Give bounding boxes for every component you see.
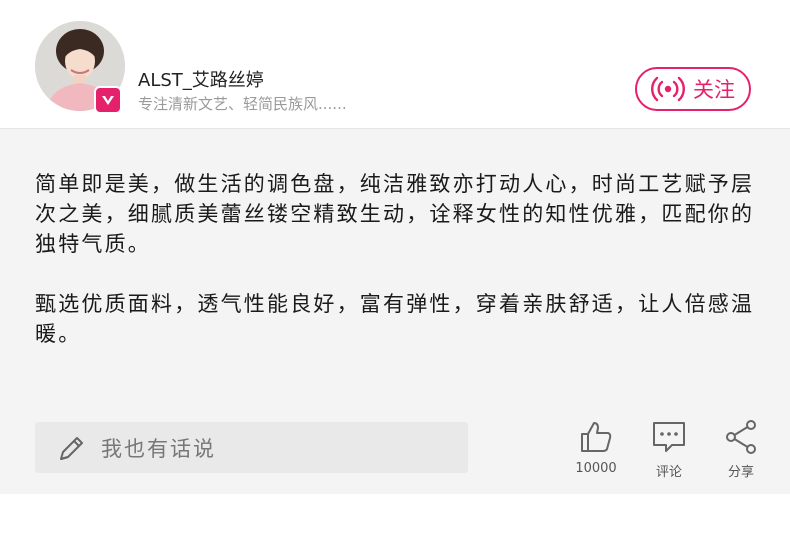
thumbs-up-icon — [581, 422, 612, 452]
follow-button[interactable]: 关注 — [635, 67, 751, 111]
user-bio: 专注清新文艺、轻简民族风...... — [138, 95, 347, 113]
live-broadcast-icon — [651, 76, 685, 102]
username[interactable]: ALST_艾路丝婷 — [138, 66, 264, 92]
like-button[interactable]: 10000 — [566, 419, 626, 476]
comment-bubble-icon — [653, 422, 685, 452]
post-paragraph: 甄选优质面料，透气性能良好，富有弹性，穿着亲肤舒适，让人倍感温暖。 — [35, 292, 755, 346]
follow-label: 关注 — [693, 78, 735, 102]
share-label: 分享 — [727, 465, 754, 480]
comment-label: 评论 — [655, 465, 682, 480]
post-paragraph: 简单即是美，做生活的调色盘，纯洁雅致亦打动人心，时尚工艺赋予层次之美，细腻质美蕾… — [35, 172, 755, 256]
comment-button[interactable]: 评论 — [639, 419, 699, 480]
comment-input[interactable]: 我也有话说 — [35, 422, 468, 473]
pencil-icon — [60, 436, 83, 460]
like-count: 10000 — [575, 461, 617, 476]
share-icon — [726, 420, 756, 454]
verified-v-icon — [94, 86, 122, 114]
profile-header: ALST_艾路丝婷 专注清新文艺、轻简民族风...... 关注 — [0, 0, 790, 129]
share-button[interactable]: 分享 — [711, 419, 771, 480]
post-content: 简单即是美，做生活的调色盘，纯洁雅致亦打动人心，时尚工艺赋予层次之美，细腻质美蕾… — [0, 129, 790, 494]
comment-placeholder: 我也有话说 — [101, 436, 216, 461]
